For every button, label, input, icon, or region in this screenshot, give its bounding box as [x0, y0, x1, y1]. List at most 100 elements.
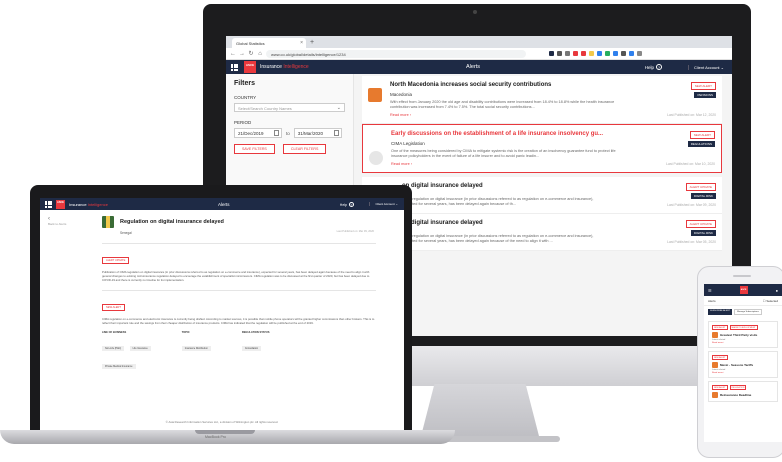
alert-title[interactable]: on digital insurance delayed	[402, 220, 716, 226]
phone-alert-card[interactable]: NEW ALERT MARKET DEVELOPMENT Greatest Thi…	[708, 321, 778, 348]
extension-icon[interactable]	[565, 51, 570, 56]
app-grid-icon[interactable]	[45, 200, 52, 208]
alert-category-icon	[712, 392, 718, 398]
device-mockup-stage: Global Statistics × + ← → ↻ ⌂ www.co.uk/…	[0, 0, 782, 462]
read-more-link[interactable]: Read more ›	[712, 342, 774, 344]
line-of-business-column: LINE OF BUSINESS Non-Life (P&C) Life Ins…	[102, 331, 152, 372]
card-badge: REGULATION	[729, 385, 747, 390]
tag[interactable]: Consultation	[241, 346, 262, 351]
clear-filters-button[interactable]: CLEAR FILTERS	[282, 144, 327, 154]
phone-tab-selected[interactable]: ☐ Selected	[763, 299, 778, 303]
browser-tab-title: Global Statistics	[236, 41, 265, 46]
detail-date: Last Published on: Mar 09, 2020	[336, 230, 374, 233]
extension-icon[interactable]	[597, 51, 602, 56]
tag[interactable]: Insurance Distribution	[181, 346, 211, 351]
date-from-input[interactable]: 21/Dec/2019	[234, 128, 282, 138]
extension-icon[interactable]	[581, 51, 586, 56]
country-select[interactable]: Select/Search Country Names ⌄	[234, 103, 345, 112]
camera-icon	[473, 10, 477, 14]
help-icon: ?	[656, 64, 662, 70]
new-alert-section: NEW ALERT CIMA regulation on e-commerce …	[102, 290, 376, 372]
calendar-icon[interactable]	[274, 130, 279, 136]
alert-category-icon	[368, 88, 382, 102]
brand-name: Insurance Intelligence	[260, 64, 309, 70]
card-title: Reinsurance Deadline	[720, 392, 752, 397]
app-header: ASCE Insurance Intelligence Alerts Help?…	[226, 60, 732, 74]
extension-icon[interactable]	[613, 51, 618, 56]
alert-status-badge: NEW ALERT	[689, 131, 715, 139]
alert-topic-badge: DIGITAL RISK	[690, 193, 716, 199]
period-label: PERIOD	[234, 120, 252, 125]
alert-title[interactable]: North Macedonia increases social securit…	[390, 82, 716, 88]
user-label: Client Account	[375, 202, 395, 206]
browser-tab[interactable]: Global Statistics ×	[232, 38, 306, 48]
column-header: REGULATION STATUS	[241, 331, 270, 334]
phone-tab-bar: Alerts ☐ Selected	[704, 296, 782, 306]
laptop-base: MacBook Pro	[0, 430, 455, 444]
alert-status-badge: ALERT UPDATE	[685, 220, 716, 228]
extension-icon[interactable]	[573, 51, 578, 56]
help-button[interactable]: Help?	[645, 64, 662, 70]
extension-icon[interactable]	[629, 51, 634, 56]
alert-item-selected[interactable]: Early discussions on the establishment o…	[362, 124, 722, 173]
calendar-icon[interactable]	[333, 130, 339, 136]
date-from-value: 21/Dec/2019	[238, 131, 264, 136]
address-bar[interactable]: www.co.uk/global/details/intelligence/12…	[266, 49, 526, 58]
extension-icon[interactable]	[621, 51, 626, 56]
close-tab-icon[interactable]: ×	[300, 40, 303, 46]
brand-logo[interactable]: ASCE	[244, 61, 256, 73]
brand-accent: Intelligence	[283, 64, 309, 70]
home-icon[interactable]: ⌂	[257, 51, 263, 57]
save-filters-button[interactable]: SAVE FILTERS	[234, 144, 275, 154]
user-icon[interactable]: ●	[776, 288, 778, 293]
alert-item[interactable]: on digital insurance delayed CIMA regula…	[362, 177, 722, 214]
card-sub: Latest related	[712, 369, 726, 371]
back-to-alerts-link[interactable]: ‹ Back to Alerts	[48, 216, 88, 372]
tag[interactable]: Non-Life (P&C)	[102, 346, 125, 351]
laptop-app-header: ASCE Insurance Intelligence Alerts Help?…	[40, 198, 404, 210]
brand-logo[interactable]: ASCE	[739, 286, 748, 294]
alert-update-section: ALERT UPDATE Publication of CIMA regulat…	[102, 243, 376, 282]
extension-icon[interactable]	[557, 51, 562, 56]
tag[interactable]: Life Insurance	[129, 346, 151, 351]
brand-main: Insurance	[260, 64, 282, 70]
brand-logo[interactable]: ASCE	[56, 199, 65, 209]
extension-icon[interactable]	[589, 51, 594, 56]
menu-icon[interactable]: ☰	[708, 288, 712, 293]
phone-screen: ☰ ASCE ● Alerts ☐ Selected SUBSCRIBE ALE…	[704, 284, 782, 442]
alert-title[interactable]: Early discussions on the establishment o…	[391, 131, 715, 137]
phone-app-header: ☰ ASCE ●	[704, 284, 782, 296]
date-to-input[interactable]: 31/Mar/2020	[293, 128, 342, 138]
phone-alert-card[interactable]: NEW ALERT Mexic - Seasons Tariffs Latest…	[708, 351, 778, 378]
page-title: Alerts	[466, 64, 481, 70]
laptop-model-label: MacBook Pro	[205, 435, 227, 439]
back-arrow-icon[interactable]: ←	[230, 51, 236, 57]
user-account-menu[interactable]: Client Account ⌄	[369, 202, 398, 206]
extension-icon[interactable]	[605, 51, 610, 56]
alert-date: Last Published on: Mar 09, 2020	[667, 203, 716, 207]
help-button[interactable]: Help?	[340, 201, 354, 207]
brand-accent: Intelligence	[87, 201, 108, 207]
alert-item[interactable]: North Macedonia increases social securit…	[362, 76, 722, 124]
back-label: Back to Alerts	[48, 222, 67, 226]
extension-icon[interactable]	[637, 51, 642, 56]
alert-item[interactable]: on digital insurance delayed CIMA regula…	[362, 214, 722, 251]
subscribe-alert-button[interactable]: SUBSCRIBE ALERT	[708, 309, 733, 315]
phone-alert-card[interactable]: NEW ALERT REGULATION Reinsurance Deadline	[708, 381, 778, 402]
new-tab-icon[interactable]: +	[310, 38, 314, 48]
user-account-menu[interactable]: Client Account ⌄	[687, 64, 724, 70]
tag[interactable]: Private Medical Insurance	[102, 364, 136, 369]
detail-title: Regulation on digital insurance delayed	[120, 219, 224, 225]
alert-update-badge: ALERT UPDATE	[102, 257, 130, 264]
card-badge: NEW ALERT	[712, 385, 728, 390]
reload-icon[interactable]: ↻	[248, 50, 254, 57]
extension-icon[interactable]	[549, 51, 554, 56]
manage-subscriptions-button[interactable]: Manage Subscriptions	[734, 309, 762, 315]
browser-toolbar: ← → ↻ ⌂ www.co.uk/global/details/intelli…	[226, 48, 732, 60]
topic-column: TOPIC Insurance Distribution	[181, 331, 212, 372]
alert-title[interactable]: on digital insurance delayed	[402, 183, 716, 189]
app-grid-icon[interactable]	[231, 63, 238, 71]
read-more-link[interactable]: Read more ›	[712, 372, 774, 374]
forward-arrow-icon[interactable]: →	[239, 51, 245, 57]
phone-actions: SUBSCRIBE ALERT Manage Subscriptions	[704, 306, 782, 318]
